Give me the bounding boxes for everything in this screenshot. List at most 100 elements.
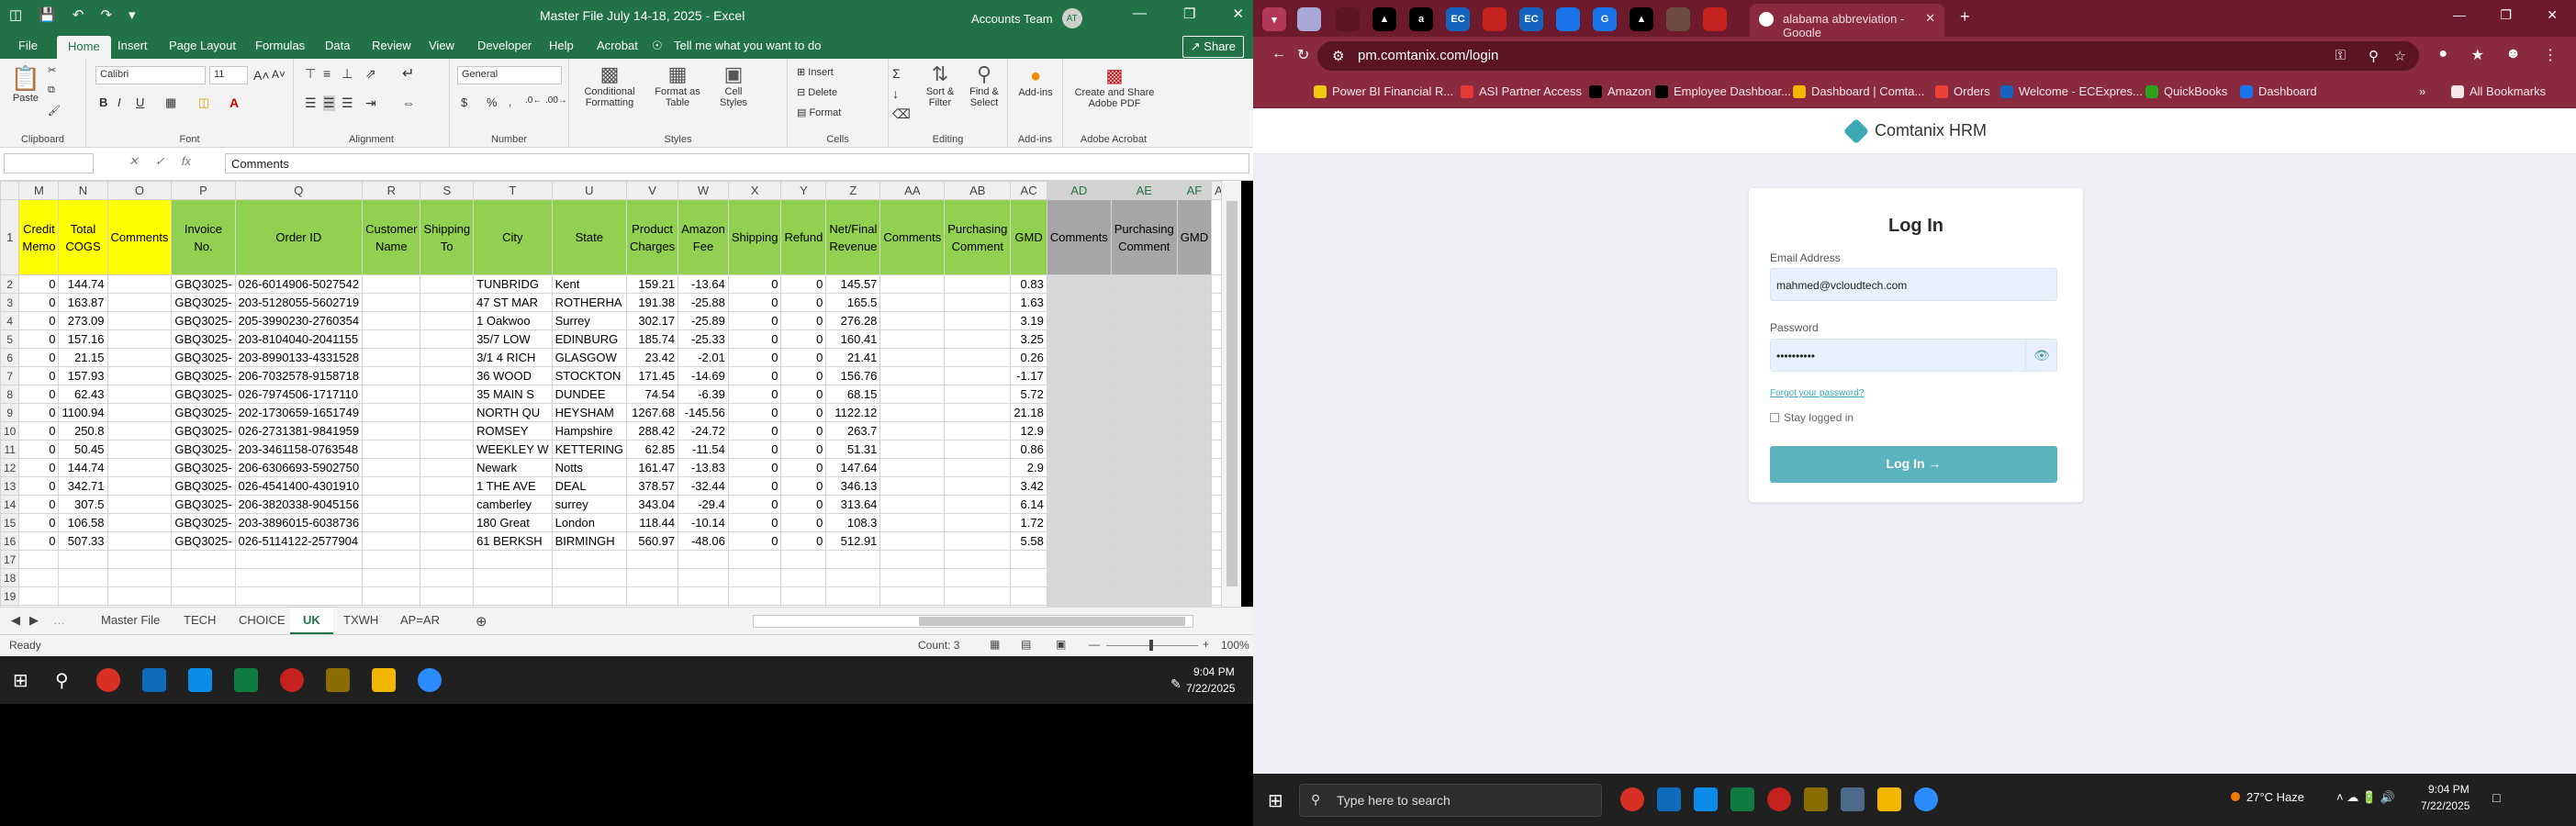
cell[interactable] xyxy=(106,403,173,422)
cell[interactable]: 159.21 xyxy=(625,274,679,294)
cell[interactable]: GBQ3025- xyxy=(171,421,236,441)
cell[interactable] xyxy=(1211,586,1221,606)
cell[interactable]: 62.85 xyxy=(625,440,679,459)
cell[interactable]: TUNBRIDG xyxy=(473,274,553,294)
cell[interactable]: 0 xyxy=(18,458,60,477)
cell[interactable]: 1.63 xyxy=(1010,293,1047,312)
cell[interactable]: BIRMINGH xyxy=(551,531,628,551)
minimize-icon[interactable]: — xyxy=(2453,7,2466,22)
indent-icon[interactable]: ⇥ xyxy=(365,95,376,111)
cell[interactable]: Surrey xyxy=(551,311,628,330)
cell[interactable]: 3/1 4 RICH xyxy=(473,348,553,367)
sheet-tab-txwh[interactable]: TXWH xyxy=(343,613,378,627)
column-header[interactable]: AF xyxy=(1176,181,1213,200)
header-cell[interactable]: Total COGS xyxy=(58,199,108,275)
prev-sheet-icon[interactable]: ◀ xyxy=(11,613,20,628)
cell[interactable]: 288.42 xyxy=(625,421,679,441)
cell[interactable] xyxy=(58,568,108,587)
cell[interactable] xyxy=(944,550,1012,569)
cell[interactable] xyxy=(1046,274,1112,294)
cell[interactable] xyxy=(780,586,827,606)
excel-icon[interactable] xyxy=(1730,787,1754,811)
file-explorer-icon[interactable] xyxy=(372,668,396,692)
cell[interactable] xyxy=(879,421,946,441)
cell[interactable]: 35/7 LOW xyxy=(473,329,553,349)
cell[interactable] xyxy=(171,550,236,569)
cell[interactable]: 144.74 xyxy=(58,458,108,477)
cell[interactable] xyxy=(1176,274,1213,294)
cell[interactable]: GBQ3025- xyxy=(171,403,236,422)
cell[interactable] xyxy=(1046,458,1112,477)
cell[interactable] xyxy=(106,513,173,532)
cell[interactable] xyxy=(362,586,421,606)
cell[interactable]: 203-8104040-2041155 xyxy=(234,329,364,349)
search-icon[interactable]: ⚲ xyxy=(55,669,69,692)
cell[interactable]: 160.41 xyxy=(825,329,881,349)
cell[interactable] xyxy=(1176,513,1213,532)
bookmarks-overflow-icon[interactable]: » xyxy=(2419,84,2425,98)
edge-icon[interactable] xyxy=(1694,787,1718,811)
cell[interactable] xyxy=(944,311,1012,330)
cell[interactable] xyxy=(1176,550,1213,569)
sheet-tab-tech[interactable]: TECH xyxy=(184,613,216,627)
cell[interactable]: 203-3461158-0763548 xyxy=(234,440,364,459)
cell[interactable]: 161.47 xyxy=(625,458,679,477)
cell[interactable] xyxy=(944,403,1012,422)
column-header[interactable]: AD xyxy=(1046,181,1112,200)
find-select-button[interactable]: ⚲ Find & Select xyxy=(964,62,1004,108)
number-format-select[interactable]: General xyxy=(457,66,562,84)
cell[interactable]: 0 xyxy=(18,440,60,459)
menu-icon[interactable]: ⋮ xyxy=(2543,46,2558,64)
tab-developer[interactable]: Developer xyxy=(477,39,532,52)
sort-filter-button[interactable]: ⇅ Sort & Filter xyxy=(922,62,958,108)
customize-icon[interactable]: ▾ xyxy=(129,6,136,23)
cell[interactable]: 026-6014906-5027542 xyxy=(234,274,364,294)
cell[interactable]: GBQ3025- xyxy=(171,385,236,404)
format-painter-icon[interactable]: 🖌 xyxy=(48,105,61,117)
cell[interactable] xyxy=(1211,385,1221,404)
comma-icon[interactable]: , xyxy=(509,95,511,108)
cell[interactable]: 0 xyxy=(780,531,827,551)
cell[interactable] xyxy=(18,550,60,569)
cell[interactable] xyxy=(1110,513,1178,532)
extensions-icon[interactable]: ★ xyxy=(2471,46,2484,64)
fill-icon[interactable]: ↓ xyxy=(892,86,899,101)
cell[interactable]: -6.39 xyxy=(678,385,729,404)
horizontal-scrollbar[interactable] xyxy=(753,615,1193,628)
bookmark-dashboard[interactable]: Dashboard xyxy=(2240,84,2317,98)
autosave-icon[interactable]: ◫ xyxy=(9,6,22,23)
cell[interactable]: 0 xyxy=(780,366,827,385)
cell[interactable] xyxy=(473,568,553,587)
align-top-icon[interactable]: ⊤ xyxy=(305,66,316,82)
align-right-icon[interactable]: ☰ xyxy=(342,95,353,111)
cell[interactable] xyxy=(944,421,1012,441)
cell[interactable] xyxy=(234,586,364,606)
cell[interactable] xyxy=(1176,440,1213,459)
cell[interactable] xyxy=(879,568,946,587)
back-icon[interactable]: ← xyxy=(1271,46,1286,62)
next-sheet-icon[interactable]: ▶ xyxy=(29,613,39,628)
cell[interactable]: 0 xyxy=(780,293,827,312)
cell[interactable] xyxy=(1010,586,1047,606)
column-header[interactable]: X xyxy=(727,181,782,200)
cell[interactable] xyxy=(1110,274,1178,294)
cell[interactable]: 165.5 xyxy=(825,293,881,312)
cell[interactable] xyxy=(1046,311,1112,330)
cell[interactable]: 276.28 xyxy=(825,311,881,330)
cell[interactable]: 0 xyxy=(727,329,782,349)
conditional-formatting-button[interactable]: ▩ Conditional Formatting xyxy=(575,62,644,108)
row-header[interactable]: 16 xyxy=(0,531,20,551)
cell[interactable]: 205-3990230-2760354 xyxy=(234,311,364,330)
cell[interactable] xyxy=(1176,403,1213,422)
cell[interactable]: 507.33 xyxy=(58,531,108,551)
tab-view[interactable]: View xyxy=(429,39,454,52)
wrap-text-icon[interactable]: ↵ xyxy=(402,64,414,83)
cell[interactable]: -48.06 xyxy=(678,531,729,551)
calculator-icon[interactable] xyxy=(1841,787,1865,811)
cell[interactable] xyxy=(420,513,475,532)
cell[interactable] xyxy=(473,550,553,569)
column-header[interactable]: AA xyxy=(879,181,946,200)
cell[interactable] xyxy=(1211,366,1221,385)
cell[interactable] xyxy=(678,550,729,569)
cell[interactable] xyxy=(362,495,421,514)
